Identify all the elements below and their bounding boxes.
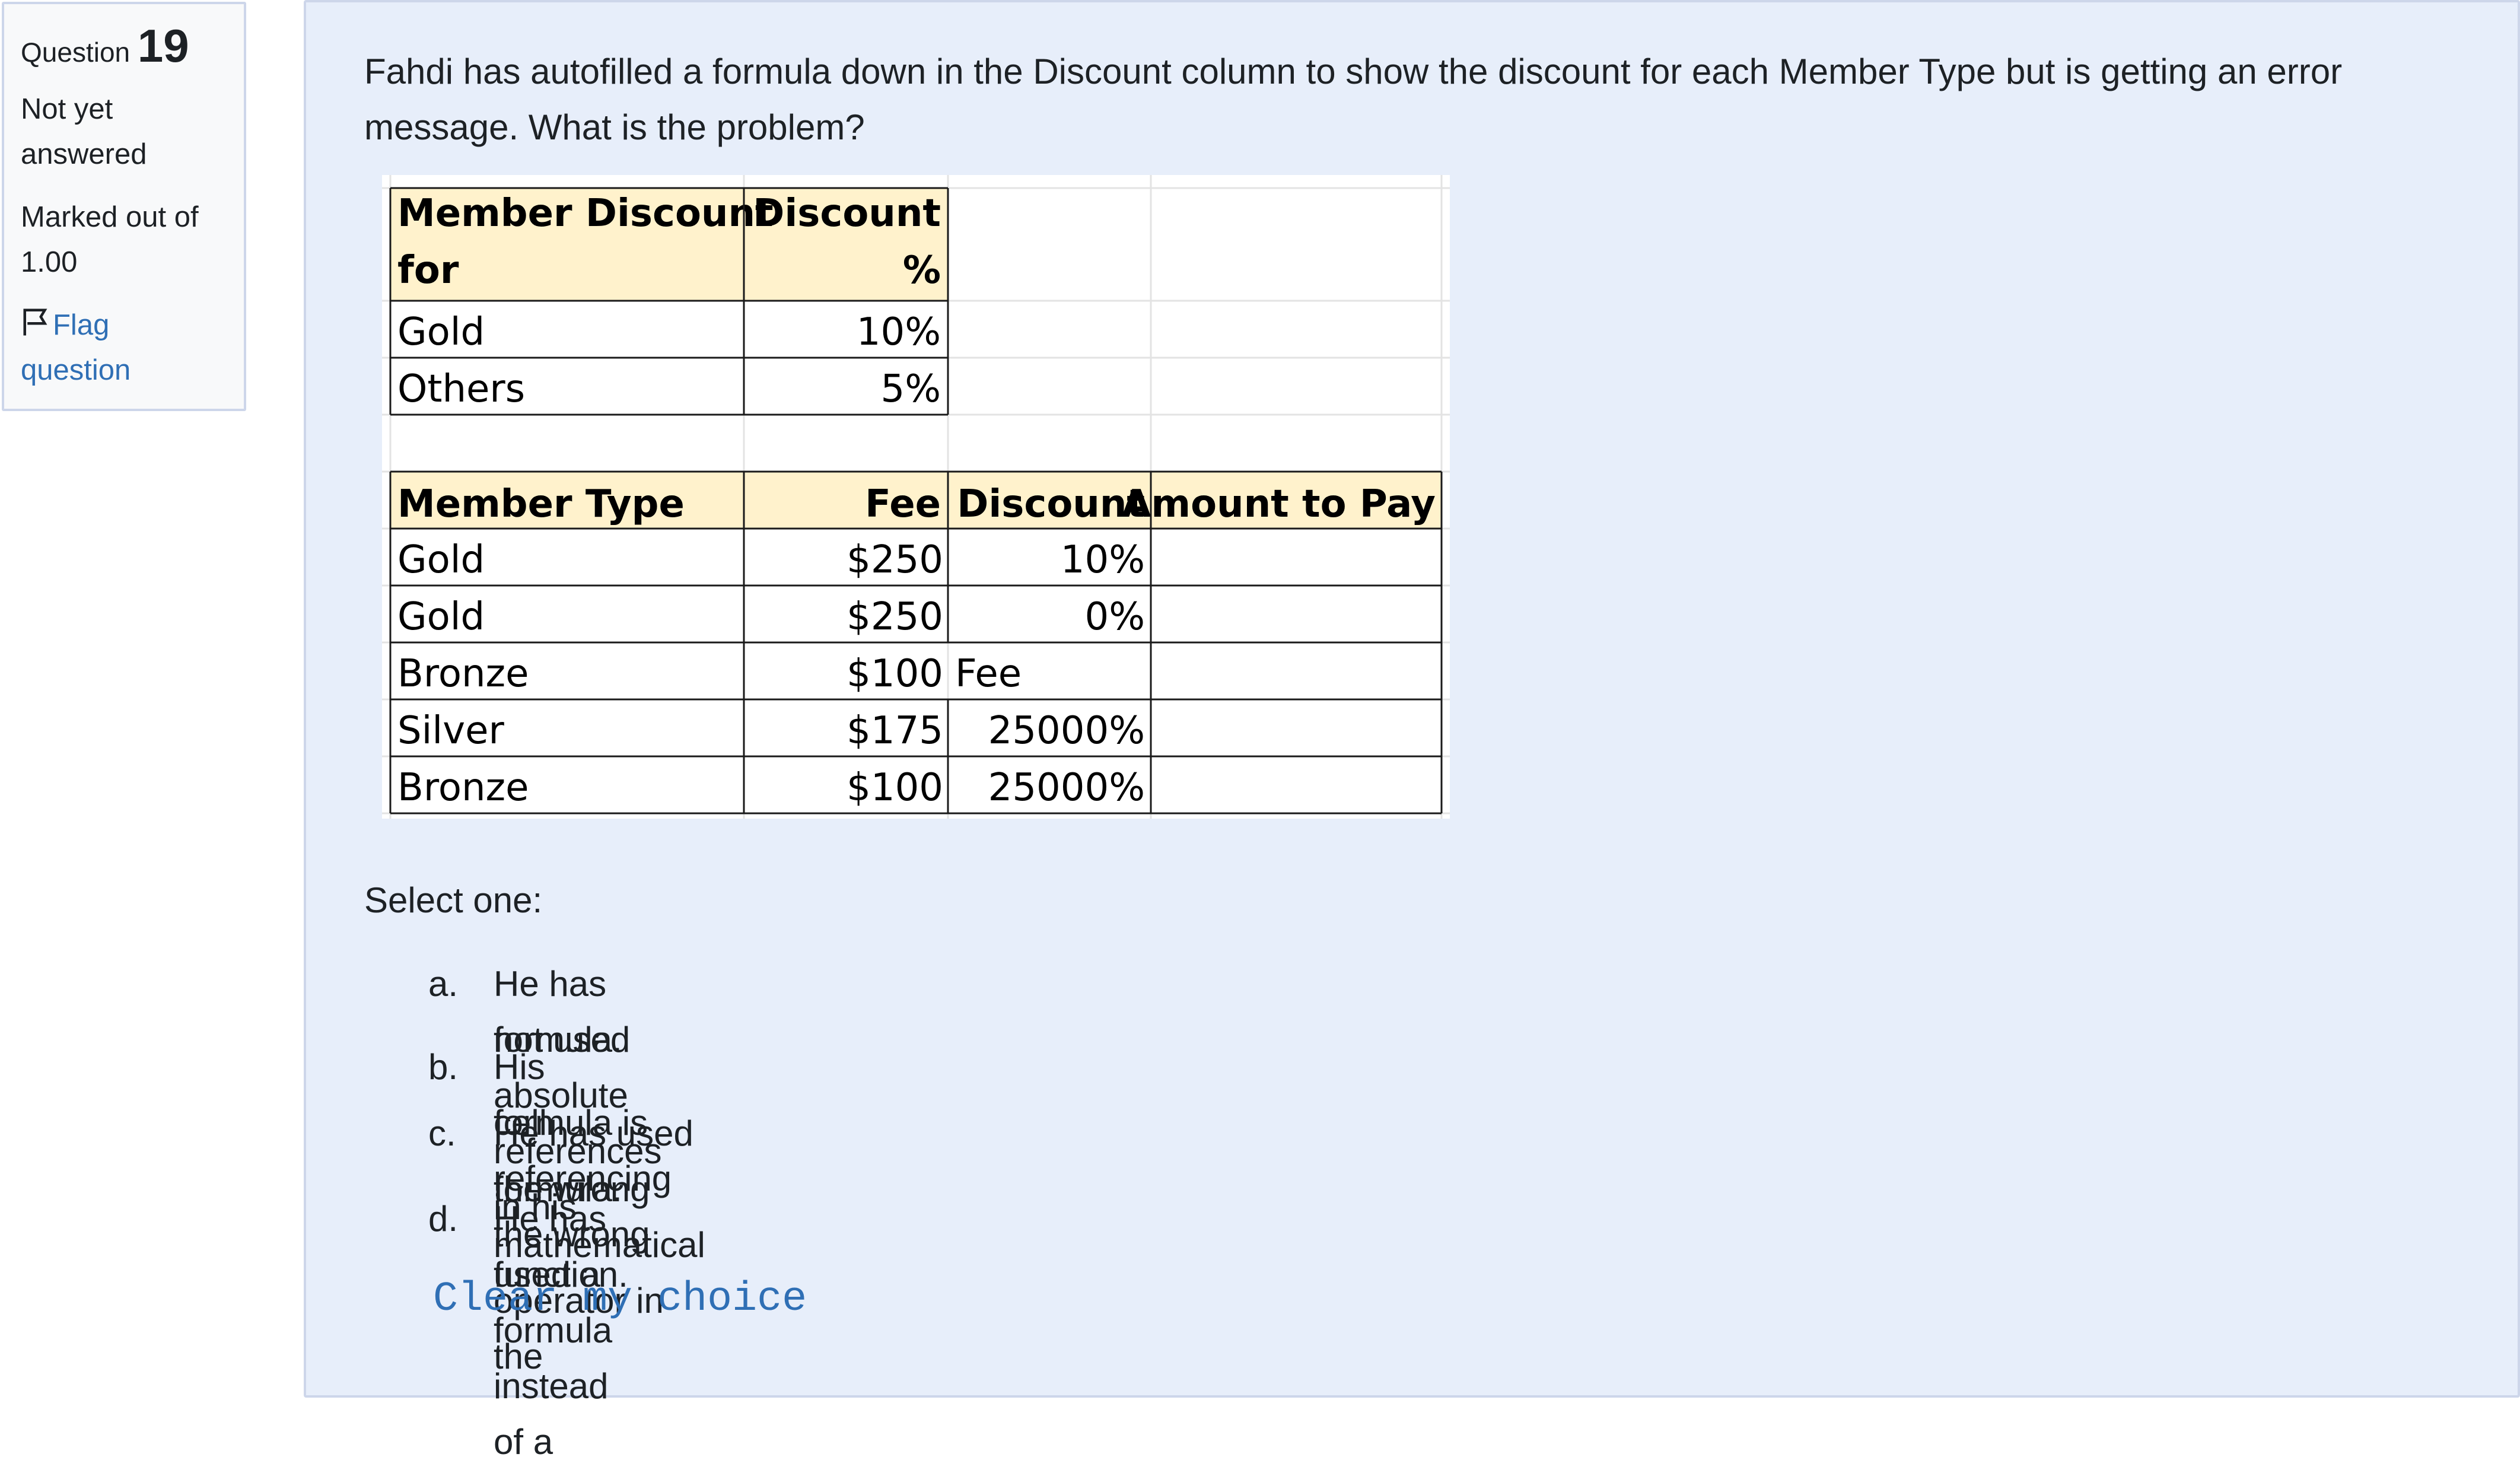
question-text-line-2: message. What is the problem? [364,107,865,147]
flag-label-line-1[interactable]: Flag [53,309,109,341]
table1-row-1-member: Others [397,367,525,411]
table2-row-1-member-type: Gold [397,595,485,639]
table1-header-member-discount: Member Discount [397,192,774,236]
question-number: 19 [137,20,189,72]
option-d-letter[interactable]: d. [428,1191,476,1247]
question-number-heading: Question 19 [21,20,227,78]
spreadsheet-image: Member Discount for Discount% Gold 10% Others… [382,175,1450,819]
option-c-letter[interactable]: c. [428,1106,476,1162]
flag-icon[interactable] [21,308,53,341]
flag-label-line-2[interactable]: question [21,348,227,393]
table2-row-3-fee: $175 [847,709,943,753]
table2-row-4-fee: $100 [847,766,943,810]
flag-question-link[interactable]: Flag question [21,303,227,393]
question-label: Question [21,37,131,68]
question-text-line-1: Fahdi has autofilled a formula down in t… [364,52,2343,91]
table1-header-discount: Discount [753,192,941,236]
table2-row-2-discount: Fee [955,652,1022,696]
select-one-prompt: Select one: [364,880,543,920]
table1-row-0-member: Gold [397,310,485,354]
table1-row-0-discount: 10% [857,310,941,354]
table2-row-2-member-type: Bronze [397,652,529,696]
option-a-letter[interactable]: a. [428,956,476,1012]
table2-row-2-fee: $100 [847,652,943,696]
question-state-line-1: Not yet [21,93,113,125]
table1-row-1-discount: 5% [880,367,941,411]
table1-header-discount-wrap: % [903,249,941,292]
table2-row-1-fee: $250 [847,595,943,639]
table2-header-fee: Fee [865,482,941,526]
table1-header-member-discount-wrap: for [397,249,459,292]
question-state-line-2: answered [21,138,147,170]
option-d-text[interactable]: He has used a formula instead of a [494,1191,612,1470]
table2-header-discount: Discount [957,482,1145,526]
table2-row-0-member-type: Gold [397,538,485,582]
spreadsheet-grid: Member Discount for Discount% Gold 10% Others… [382,175,1450,819]
table2-header-amount-to-pay: Amount to Pay [1122,482,1436,526]
table2-row-0-fee: $250 [847,538,943,582]
question-text: Fahdi has autofilled a formula down in t… [364,44,2441,155]
option-b-letter[interactable]: b. [428,1039,476,1095]
table2-row-3-discount: 25000% [988,709,1145,753]
table2-header-member-type: Member Type [397,482,685,526]
question-grade-line-2: 1.00 [21,246,78,278]
table2-row-4-discount: 25000% [988,766,1145,810]
table2-row-4-member-type: Bronze [397,766,529,810]
table2-row-3-member-type: Silver [397,709,504,753]
table2-row-0-discount: 10% [1061,538,1145,582]
question-grade-line-1: Marked out of [21,201,199,233]
table2-row-1-discount: 0% [1084,595,1145,639]
question-info-panel: Question 19 Not yet answered Marked out … [2,2,246,411]
question-formulation: Fahdi has autofilled a formula down in t… [304,0,2520,1462]
clear-my-choice-link[interactable]: Clear my choice [433,1272,807,1328]
